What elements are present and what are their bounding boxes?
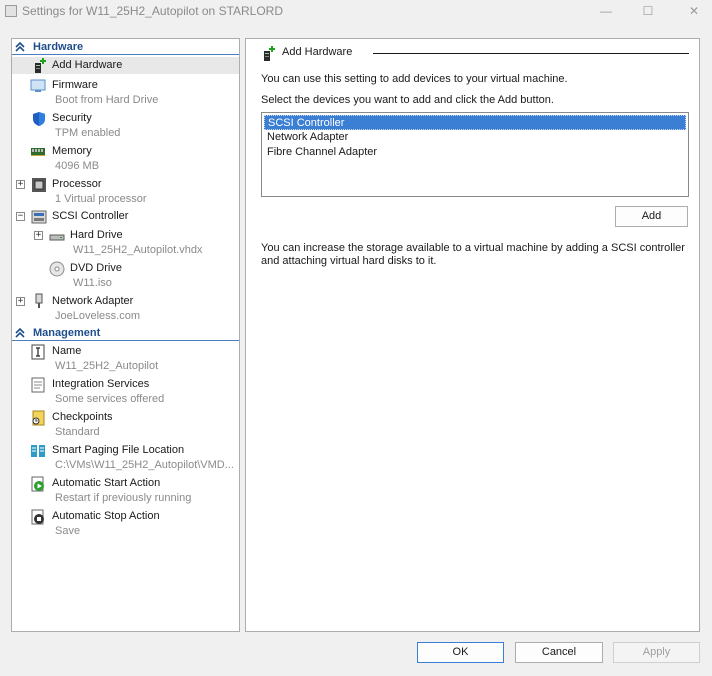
nav-item-dvd-drive[interactable]: DVD Drive W11.iso	[12, 259, 239, 291]
dvd-icon	[49, 261, 65, 277]
nav-item-detail: 1 Virtual processor	[55, 193, 147, 205]
nav-item-detail: C:\VMs\W11_25H2_Autopilot\VMD...	[55, 459, 234, 471]
window-title: Settings for W11_25H2_Autopilot on STARL…	[22, 4, 284, 18]
nav-item-hard-drive[interactable]: + Hard Drive W11_25H2_Autopilot.vhdx	[12, 226, 239, 258]
nav-item-checkpoints[interactable]: Checkpoints Standard	[12, 408, 239, 440]
app-icon	[5, 5, 17, 17]
nav-item-label: Integration Services	[52, 378, 150, 390]
nav-item-label: SCSI Controller	[52, 210, 129, 222]
nav-item-label: Checkpoints	[52, 411, 113, 423]
nav-item-detail: JoeLoveless.com	[55, 310, 140, 322]
add-hardware-icon	[264, 46, 275, 61]
processor-icon	[32, 178, 46, 192]
nav-item-detail: TPM enabled	[55, 127, 121, 139]
nav-item-name[interactable]: Name W11_25H2_Autopilot	[12, 342, 239, 374]
device-option-fibre-channel-adapter[interactable]: Fibre Channel Adapter	[264, 145, 686, 160]
nav-item-processor[interactable]: + Processor 1 Virtual processor	[12, 175, 239, 207]
nav-item-label: Memory	[52, 145, 92, 157]
nav-item-smart-paging[interactable]: Smart Paging File Location C:\VMs\W11_25…	[12, 441, 239, 473]
nav-item-label: Add Hardware	[52, 59, 123, 71]
add-hardware-icon	[35, 58, 46, 73]
device-option-scsi-controller[interactable]: SCSI Controller	[264, 115, 686, 130]
hardware-section-label: Hardware	[33, 41, 84, 53]
nav-item-label: Automatic Start Action	[52, 477, 161, 489]
hardware-section-header[interactable]: Hardware	[12, 40, 239, 55]
collapse-chevron-icon[interactable]	[14, 41, 26, 53]
network-expander[interactable]: +	[16, 297, 25, 306]
nav-item-label: Processor	[52, 178, 102, 190]
nav-item-scsi-controller[interactable]: − SCSI Controller	[12, 208, 239, 225]
hard-drive-expander[interactable]: +	[34, 231, 43, 240]
memory-icon	[31, 148, 45, 156]
nav-item-detail: W11_25H2_Autopilot.vhdx	[73, 244, 203, 256]
nav-item-detail: W11_25H2_Autopilot	[55, 360, 159, 372]
close-button[interactable]: ✕	[686, 3, 702, 19]
integration-services-icon	[31, 377, 45, 393]
nav-item-detail: Boot from Hard Drive	[55, 94, 159, 106]
nav-item-detail: W11.iso	[73, 277, 112, 289]
cancel-button[interactable]: Cancel	[515, 642, 603, 663]
nav-item-detail: Some services offered	[55, 393, 165, 405]
collapse-chevron-icon[interactable]	[14, 327, 26, 339]
firmware-icon	[30, 79, 46, 92]
nav-item-firmware[interactable]: Firmware Boot from Hard Drive	[12, 76, 239, 108]
nav-item-automatic-stop[interactable]: Automatic Stop Action Save	[12, 507, 239, 539]
nav-item-label: Hard Drive	[70, 229, 123, 241]
title-bar: Settings for W11_25H2_Autopilot on STARL…	[0, 0, 712, 22]
details-panel: Add Hardware You can use this setting to…	[245, 38, 700, 632]
nav-item-label: Smart Paging File Location	[52, 444, 185, 456]
checkpoints-icon	[32, 410, 45, 426]
scsi-expander[interactable]: −	[16, 212, 25, 221]
panel-title: Add Hardware	[282, 46, 353, 58]
storage-note: You can increase the storage available t…	[261, 242, 685, 267]
device-option-network-adapter[interactable]: Network Adapter	[264, 130, 686, 145]
nav-item-automatic-start[interactable]: Automatic Start Action Restart if previo…	[12, 474, 239, 506]
nav-item-label: DVD Drive	[70, 262, 122, 274]
nav-item-security[interactable]: Security TPM enabled	[12, 109, 239, 141]
auto-start-icon	[31, 476, 44, 492]
nav-item-add-hardware[interactable]: Add Hardware	[12, 57, 239, 74]
nav-item-detail: 4096 MB	[55, 160, 100, 172]
nav-item-label: Automatic Stop Action	[52, 510, 160, 522]
nav-item-label: Firmware	[52, 79, 98, 91]
nav-item-network-adapter[interactable]: + Network Adapter JoeLoveless.com	[12, 292, 239, 324]
hard-drive-icon	[49, 234, 65, 241]
panel-instruction: Select the devices you want to add and c…	[261, 94, 554, 106]
nav-item-memory[interactable]: Memory 4096 MB	[12, 142, 239, 174]
shield-icon	[33, 112, 45, 126]
processor-expander[interactable]: +	[16, 180, 25, 189]
title-divider	[373, 53, 689, 54]
smart-paging-icon	[31, 445, 45, 457]
apply-button[interactable]: Apply	[613, 642, 700, 663]
nav-item-integration-services[interactable]: Integration Services Some services offer…	[12, 375, 239, 407]
nav-item-detail: Save	[55, 525, 81, 537]
nav-item-label: Security	[52, 112, 92, 124]
network-adapter-icon	[35, 293, 43, 308]
nav-item-label: Network Adapter	[52, 295, 134, 307]
scsi-controller-icon	[31, 210, 47, 224]
nav-item-detail: Standard	[55, 426, 100, 438]
panel-intro: You can use this setting to add devices …	[261, 73, 568, 85]
ok-button[interactable]: OK	[417, 642, 504, 663]
auto-stop-icon	[31, 509, 44, 525]
settings-tree: Hardware Add Hardware Firmware Boot from…	[11, 38, 240, 632]
management-section-header[interactable]: Management	[12, 326, 239, 341]
nav-item-detail: Restart if previously running	[55, 492, 192, 504]
management-section-label: Management	[33, 327, 101, 339]
name-icon	[31, 344, 45, 360]
nav-item-label: Name	[52, 345, 82, 357]
maximize-button[interactable]: ☐	[640, 3, 656, 19]
minimize-button[interactable]: —	[598, 3, 614, 19]
add-button[interactable]: Add	[615, 206, 688, 227]
device-listbox[interactable]: SCSI Controller Network Adapter Fibre Ch…	[261, 112, 689, 197]
